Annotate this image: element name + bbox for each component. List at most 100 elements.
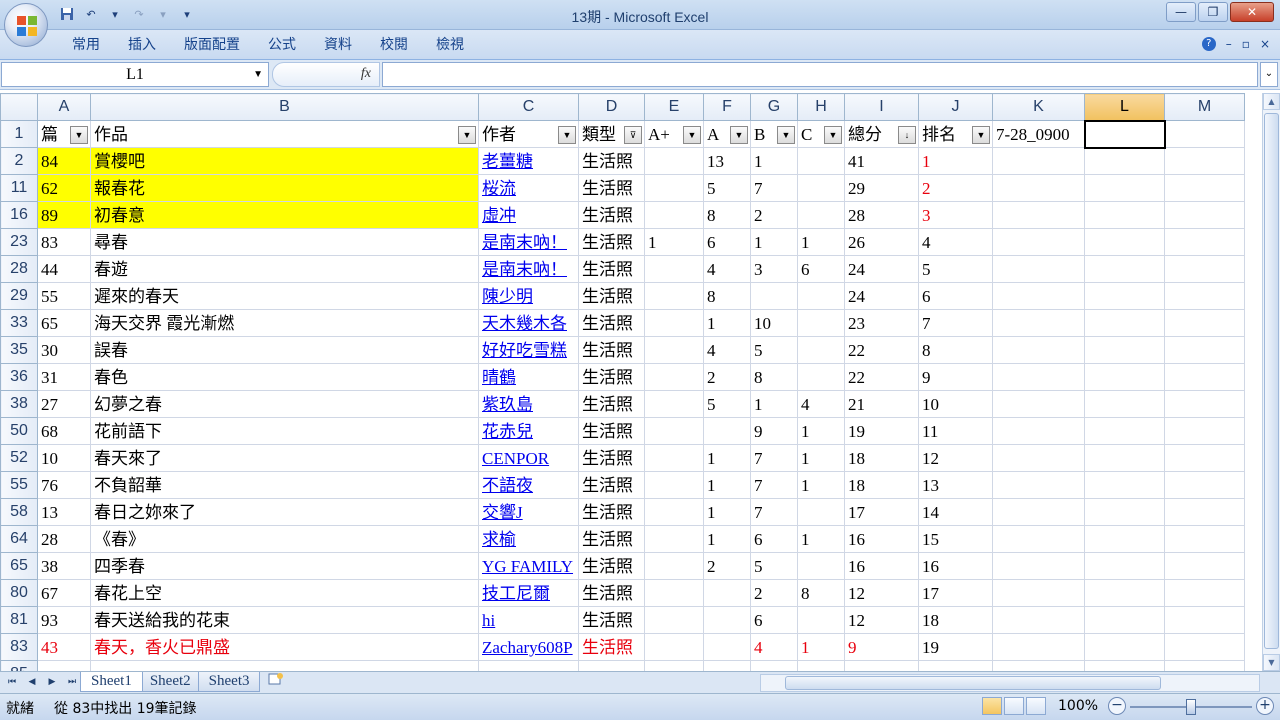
cell-m[interactable] bbox=[1164, 417, 1245, 445]
cell-k[interactable] bbox=[992, 228, 1085, 256]
cell-c[interactable]: 交響J bbox=[478, 498, 579, 526]
page-break-view-button[interactable] bbox=[1026, 697, 1046, 715]
insert-sheet-icon[interactable] bbox=[264, 672, 288, 690]
cell-i[interactable]: 41 bbox=[844, 147, 919, 175]
cell-h[interactable]: 1 bbox=[797, 228, 845, 256]
cell-c[interactable]: YG FAMILY bbox=[478, 552, 579, 580]
cell-a[interactable]: 38 bbox=[37, 552, 91, 580]
cell-l[interactable] bbox=[1084, 309, 1165, 337]
cell-a[interactable]: 65 bbox=[37, 309, 91, 337]
cell-k[interactable] bbox=[992, 471, 1085, 499]
cell-g[interactable]: 4 bbox=[750, 633, 798, 661]
cell-c[interactable]: 好好吃雪糕 bbox=[478, 336, 579, 364]
filter-dropdown-icon[interactable]: ▼ bbox=[972, 126, 990, 144]
cell-c[interactable]: 是南末吶！ bbox=[478, 255, 579, 283]
row-header[interactable]: 83 bbox=[0, 633, 38, 661]
vertical-scrollbar[interactable]: ▲ ▼ bbox=[1262, 93, 1280, 671]
cell-c[interactable]: Zachary608P bbox=[478, 633, 579, 661]
cell-l[interactable] bbox=[1084, 147, 1165, 175]
header-cell-a[interactable]: 篇 ▼ bbox=[37, 120, 91, 148]
cell-i[interactable]: 22 bbox=[844, 336, 919, 364]
select-all-corner[interactable] bbox=[0, 93, 38, 121]
row-header[interactable]: 81 bbox=[0, 606, 38, 634]
expand-formula-bar-button[interactable]: ⌄ bbox=[1260, 62, 1278, 87]
cell-c[interactable]: 求榆 bbox=[478, 525, 579, 553]
row-header[interactable]: 50 bbox=[0, 417, 38, 445]
cell-d[interactable]: 生活照 bbox=[578, 444, 645, 472]
column-header-k[interactable]: K bbox=[992, 93, 1085, 121]
cell-f[interactable]: 6 bbox=[703, 228, 751, 256]
cell-j[interactable]: 18 bbox=[918, 606, 993, 634]
cell-m[interactable] bbox=[1164, 471, 1245, 499]
filter-dropdown-icon[interactable]: ▼ bbox=[824, 126, 842, 144]
cell-a[interactable]: 83 bbox=[37, 228, 91, 256]
cell-a[interactable]: 84 bbox=[37, 147, 91, 175]
cell-b[interactable]: 海天交界 霞光漸燃 bbox=[90, 309, 479, 337]
vertical-scroll-thumb[interactable] bbox=[1264, 113, 1279, 649]
cell-j[interactable]: 10 bbox=[918, 390, 993, 418]
header-cell-j[interactable]: 排名 ▼ bbox=[918, 120, 993, 148]
cell-k[interactable] bbox=[992, 417, 1085, 445]
cell-i[interactable]: 9 bbox=[844, 633, 919, 661]
cell-j[interactable]: 6 bbox=[918, 282, 993, 310]
cell-i[interactable]: 18 bbox=[844, 471, 919, 499]
cell-g[interactable]: 6 bbox=[750, 525, 798, 553]
row-header[interactable]: 29 bbox=[0, 282, 38, 310]
cell-g[interactable]: 2 bbox=[750, 579, 798, 607]
cell-k[interactable] bbox=[992, 336, 1085, 364]
cell-a[interactable] bbox=[37, 660, 91, 671]
cell-g[interactable]: 1 bbox=[750, 228, 798, 256]
cell-k[interactable] bbox=[992, 633, 1085, 661]
ribbon-minimize-icon[interactable]: – bbox=[1226, 37, 1232, 51]
last-sheet-icon[interactable]: ⏭ bbox=[64, 675, 80, 689]
cell-g[interactable]: 7 bbox=[750, 444, 798, 472]
cell-l[interactable] bbox=[1084, 390, 1165, 418]
cell-h[interactable]: 1 bbox=[797, 444, 845, 472]
cell-c[interactable] bbox=[478, 660, 579, 671]
row-header[interactable]: 23 bbox=[0, 228, 38, 256]
filter-dropdown-icon[interactable]: ▼ bbox=[683, 126, 701, 144]
cell-b[interactable]: 《春》 bbox=[90, 525, 479, 553]
cell-m[interactable] bbox=[1164, 255, 1245, 283]
zoom-level[interactable]: 100% bbox=[1058, 698, 1098, 714]
cell-h[interactable] bbox=[797, 282, 845, 310]
cell-d[interactable]: 生活照 bbox=[578, 471, 645, 499]
column-header-d[interactable]: D bbox=[578, 93, 645, 121]
cell-a[interactable]: 31 bbox=[37, 363, 91, 391]
cell-j[interactable]: 17 bbox=[918, 579, 993, 607]
cell-a[interactable]: 43 bbox=[37, 633, 91, 661]
cell-d[interactable]: 生活照 bbox=[578, 336, 645, 364]
cell-k[interactable] bbox=[992, 444, 1085, 472]
cell-f[interactable]: 5 bbox=[703, 390, 751, 418]
cell-b[interactable]: 春天，香火已鼎盛 bbox=[90, 633, 479, 661]
cell-h[interactable] bbox=[797, 498, 845, 526]
cell-j[interactable]: 15 bbox=[918, 525, 993, 553]
cell-j[interactable]: 16 bbox=[918, 552, 993, 580]
cell-k[interactable] bbox=[992, 201, 1085, 229]
header-cell-l[interactable] bbox=[1083, 119, 1166, 149]
cell-c[interactable]: 是南末吶！ bbox=[478, 228, 579, 256]
cell-h[interactable] bbox=[797, 174, 845, 202]
sheet-tab-sheet2[interactable]: Sheet2 bbox=[138, 672, 202, 692]
filter-dropdown-icon[interactable]: ▼ bbox=[558, 126, 576, 144]
row-header[interactable]: 64 bbox=[0, 525, 38, 553]
cell-a[interactable]: 44 bbox=[37, 255, 91, 283]
cell-f[interactable] bbox=[703, 417, 751, 445]
header-cell-f[interactable]: A ▼ bbox=[703, 120, 751, 148]
cell-g[interactable] bbox=[750, 282, 798, 310]
cell-l[interactable] bbox=[1084, 633, 1165, 661]
cell-i[interactable]: 16 bbox=[844, 552, 919, 580]
page-layout-view-button[interactable] bbox=[1004, 697, 1024, 715]
first-sheet-icon[interactable]: ⏮ bbox=[4, 675, 20, 689]
cell-e[interactable]: 1 bbox=[644, 228, 704, 256]
cell-e[interactable] bbox=[644, 471, 704, 499]
cell-f[interactable] bbox=[703, 660, 751, 671]
cell-i[interactable]: 22 bbox=[844, 363, 919, 391]
help-icon[interactable]: ? bbox=[1201, 37, 1216, 51]
cell-c[interactable]: 晴鶴 bbox=[478, 363, 579, 391]
insert-function-button[interactable]: fx bbox=[361, 66, 371, 82]
cell-i[interactable]: 21 bbox=[844, 390, 919, 418]
cell-g[interactable]: 7 bbox=[750, 174, 798, 202]
cell-f[interactable]: 1 bbox=[703, 498, 751, 526]
cell-b[interactable]: 遲來的春天 bbox=[90, 282, 479, 310]
